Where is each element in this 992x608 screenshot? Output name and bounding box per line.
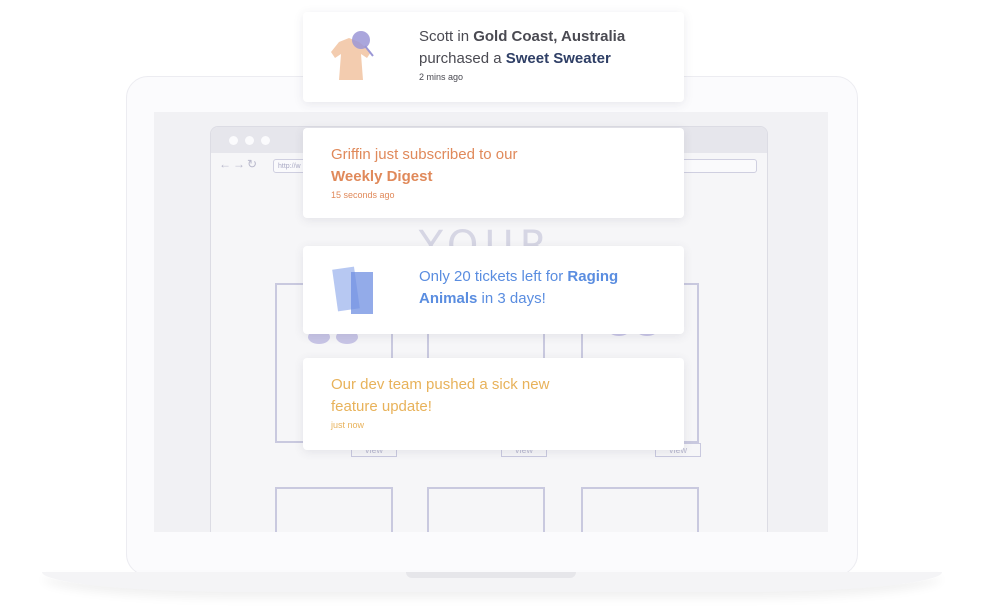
event-name: Animals bbox=[419, 290, 478, 307]
product-link[interactable]: Sweet Sweater bbox=[506, 50, 611, 67]
notification-message: Scott in Gold Coast, Australia purchased… bbox=[419, 26, 625, 70]
window-dot bbox=[229, 136, 238, 145]
product-frame bbox=[275, 487, 393, 532]
window-dot bbox=[261, 136, 270, 145]
message-line: Our dev team pushed a sick new bbox=[331, 376, 550, 393]
action-text: purchased a bbox=[419, 50, 506, 67]
digest-name: Weekly Digest bbox=[331, 168, 433, 185]
message-text: in 3 days! bbox=[477, 290, 546, 307]
notification-message: Griffin just subscribed to our Weekly Di… bbox=[331, 144, 517, 188]
notification-time: just now bbox=[331, 420, 365, 430]
notification-update[interactable]: Our dev team pushed a sick new feature u… bbox=[303, 358, 684, 450]
notification-time: 2 mins ago bbox=[419, 72, 464, 82]
customer-name: Scott bbox=[419, 28, 454, 45]
nav-arrows-icon: ←→↻ bbox=[219, 157, 260, 171]
notification-message: Only 20 tickets left for Raging Animals … bbox=[419, 266, 618, 310]
message-line: feature update! bbox=[331, 398, 432, 415]
connector-text: in bbox=[453, 28, 474, 45]
message-line: Griffin just subscribed to our bbox=[331, 146, 518, 163]
product-frame bbox=[427, 487, 545, 532]
window-dot bbox=[245, 136, 254, 145]
message-text: Only 20 tickets left for bbox=[419, 268, 568, 285]
notification-purchase[interactable]: Scott in Gold Coast, Australia purchased… bbox=[303, 12, 684, 102]
product-frame bbox=[581, 487, 699, 532]
notification-tickets[interactable]: Only 20 tickets left for Raging Animals … bbox=[303, 246, 684, 334]
customer-location: Gold Coast, Australia bbox=[473, 28, 626, 45]
sweater-icon bbox=[331, 31, 374, 80]
tickets-icon bbox=[332, 266, 373, 314]
laptop-notch bbox=[406, 572, 576, 578]
notification-message: Our dev team pushed a sick new feature u… bbox=[331, 374, 549, 418]
notification-time: 15 seconds ago bbox=[331, 190, 395, 200]
notification-subscribe[interactable]: Griffin just subscribed to our Weekly Di… bbox=[303, 128, 684, 218]
event-name: Raging bbox=[567, 268, 619, 285]
